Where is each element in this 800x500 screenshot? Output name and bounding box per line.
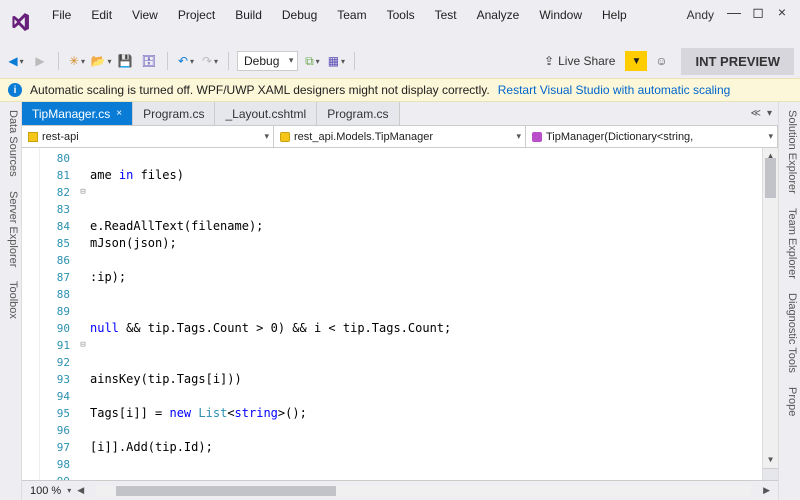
menu-build[interactable]: Build [225, 4, 272, 26]
user-name[interactable]: Andy [679, 4, 722, 26]
hscroll-right-icon[interactable]: ▶ [763, 485, 770, 496]
menu-help[interactable]: Help [592, 4, 637, 26]
tab-label: _Layout.cshtml [225, 107, 306, 121]
live-share-label: Live Share [558, 54, 615, 68]
info-bar: i Automatic scaling is turned off. WPF/U… [0, 78, 800, 102]
info-icon: i [8, 83, 22, 97]
nav-forward-button[interactable]: ▶ [30, 51, 50, 71]
extensions-button[interactable]: ⧉ [302, 51, 322, 71]
right-tool-rail: Solution Explorer Team Explorer Diagnostic… [778, 102, 800, 500]
menu-project[interactable]: Project [168, 4, 225, 26]
menu-analyze[interactable]: Analyze [467, 4, 530, 26]
toolbar: ◀ ▶ ✳ 📂 💾 🗄 ↶ ↷ Debug ⧉ ▦ ⇪ Live Share ▼… [0, 48, 800, 78]
vs-logo-icon [6, 8, 34, 36]
menu-team[interactable]: Team [327, 4, 376, 26]
document-tab[interactable]: Program.cs [133, 102, 215, 125]
horizontal-scrollbar[interactable] [96, 485, 751, 497]
main-menu: FileEditViewProjectBuildDebugTeamToolsTe… [42, 4, 679, 26]
tab-overflow-menu-icon[interactable]: ▾ [767, 108, 772, 119]
tool-tab-diagnostic-tools[interactable]: Diagnostic Tools [781, 293, 798, 373]
nav-class-label: rest_api.Models.TipManager [294, 131, 433, 143]
tab-label: Program.cs [327, 107, 388, 121]
nav-class-select[interactable]: rest_api.Models.TipManager [274, 126, 526, 147]
csharp-project-icon [28, 132, 38, 142]
menu-window[interactable]: Window [529, 4, 592, 26]
tool-tab-server-explorer[interactable]: Server Explorer [2, 191, 19, 267]
workspace: Data Sources Server Explorer Toolbox TipMa… [0, 102, 800, 500]
class-icon [280, 132, 290, 142]
save-all-button[interactable]: 🗄 [139, 51, 159, 71]
nav-back-button[interactable]: ◀ [6, 51, 26, 71]
menu-test[interactable]: Test [425, 4, 467, 26]
zoom-dropdown-icon[interactable]: ▾ [67, 486, 71, 495]
live-share-icon: ⇪ [544, 54, 554, 68]
minimize-button[interactable]: — [722, 4, 746, 20]
nav-project-select[interactable]: rest-api [22, 126, 274, 147]
maximize-button[interactable]: ◻ [746, 4, 770, 21]
code-editor[interactable]: 8081828384858687888990919293949596979899… [22, 148, 778, 480]
menu-debug[interactable]: Debug [272, 4, 327, 26]
redo-button[interactable]: ↷ [200, 51, 220, 71]
document-tab[interactable]: TipManager.cs × [22, 102, 133, 125]
nav-member-label: TipManager(Dictionary<string, [546, 131, 693, 143]
tool-tab-solution-explorer[interactable]: Solution Explorer [781, 110, 798, 194]
editor-column: TipManager.cs × Program.cs _Layout.cshtml Pr… [22, 102, 778, 500]
menu-edit[interactable]: Edit [81, 4, 122, 26]
tool-tab-prope[interactable]: Prope [781, 387, 798, 416]
vscroll-thumb[interactable] [765, 158, 776, 198]
menu-file[interactable]: File [42, 4, 81, 26]
scroll-down-icon[interactable]: ▼ [763, 452, 778, 466]
open-button[interactable]: 📂 [91, 51, 111, 71]
nav-member-select[interactable]: TipManager(Dictionary<string, [526, 126, 778, 147]
vertical-scrollbar[interactable]: ▲ ▼ [762, 148, 778, 480]
navigation-bar: rest-api rest_api.Models.TipManager TipM… [22, 126, 778, 148]
document-tab[interactable]: Program.cs [317, 102, 399, 125]
hscroll-left-icon[interactable]: ◀ [77, 485, 84, 496]
undo-button[interactable]: ↶ [176, 51, 196, 71]
left-tool-rail: Data Sources Server Explorer Toolbox [0, 102, 22, 500]
configuration-select[interactable]: Debug [237, 51, 298, 71]
menu-tools[interactable]: Tools [377, 4, 425, 26]
document-tab[interactable]: _Layout.cshtml [215, 102, 317, 125]
zoom-level[interactable]: 100 % [30, 485, 61, 497]
save-button[interactable]: 💾 [115, 51, 135, 71]
tab-label: TipManager.cs [32, 107, 110, 121]
tool-tab-data-sources[interactable]: Data Sources [2, 110, 19, 177]
tab-overflow-left-icon[interactable]: ≪ [751, 108, 761, 119]
filter-button[interactable]: ▼ [625, 51, 647, 71]
close-button[interactable]: × [770, 4, 794, 20]
menu-view[interactable]: View [122, 4, 168, 26]
split-handle[interactable] [763, 468, 778, 480]
layout-button[interactable]: ▦ [326, 51, 346, 71]
feedback-button[interactable]: ☺ [651, 51, 671, 71]
method-icon [532, 132, 542, 142]
live-share-button[interactable]: ⇪ Live Share [538, 52, 621, 70]
int-preview-badge: INT PREVIEW [681, 48, 794, 75]
breakpoint-margin[interactable] [22, 148, 40, 480]
code-text[interactable]: ame in files) e.ReadAllText(filename); m… [90, 148, 762, 480]
nav-project-label: rest-api [42, 131, 79, 143]
new-project-button[interactable]: ✳ [67, 51, 87, 71]
editor-footer: 100 % ▾ ◀ ▶ [22, 480, 778, 500]
tabstrip-overflow: ≪ ▾ [751, 108, 779, 119]
tool-tab-team-explorer[interactable]: Team Explorer [781, 208, 798, 279]
outline-margin[interactable]: ⊟ ⊟ ⊟ [76, 148, 90, 480]
hscroll-thumb[interactable] [116, 486, 336, 496]
restart-scaling-link[interactable]: Restart Visual Studio with automatic sca… [498, 83, 731, 97]
info-message: Automatic scaling is turned off. WPF/UWP… [30, 83, 490, 97]
document-tabstrip: TipManager.cs × Program.cs _Layout.cshtml Pr… [22, 102, 778, 126]
line-number-gutter: 8081828384858687888990919293949596979899… [40, 148, 76, 480]
tab-label: Program.cs [143, 107, 204, 121]
title-bar: FileEditViewProjectBuildDebugTeamToolsTe… [0, 0, 800, 48]
tool-tab-toolbox[interactable]: Toolbox [2, 281, 19, 319]
tab-close-icon[interactable]: × [116, 108, 122, 119]
